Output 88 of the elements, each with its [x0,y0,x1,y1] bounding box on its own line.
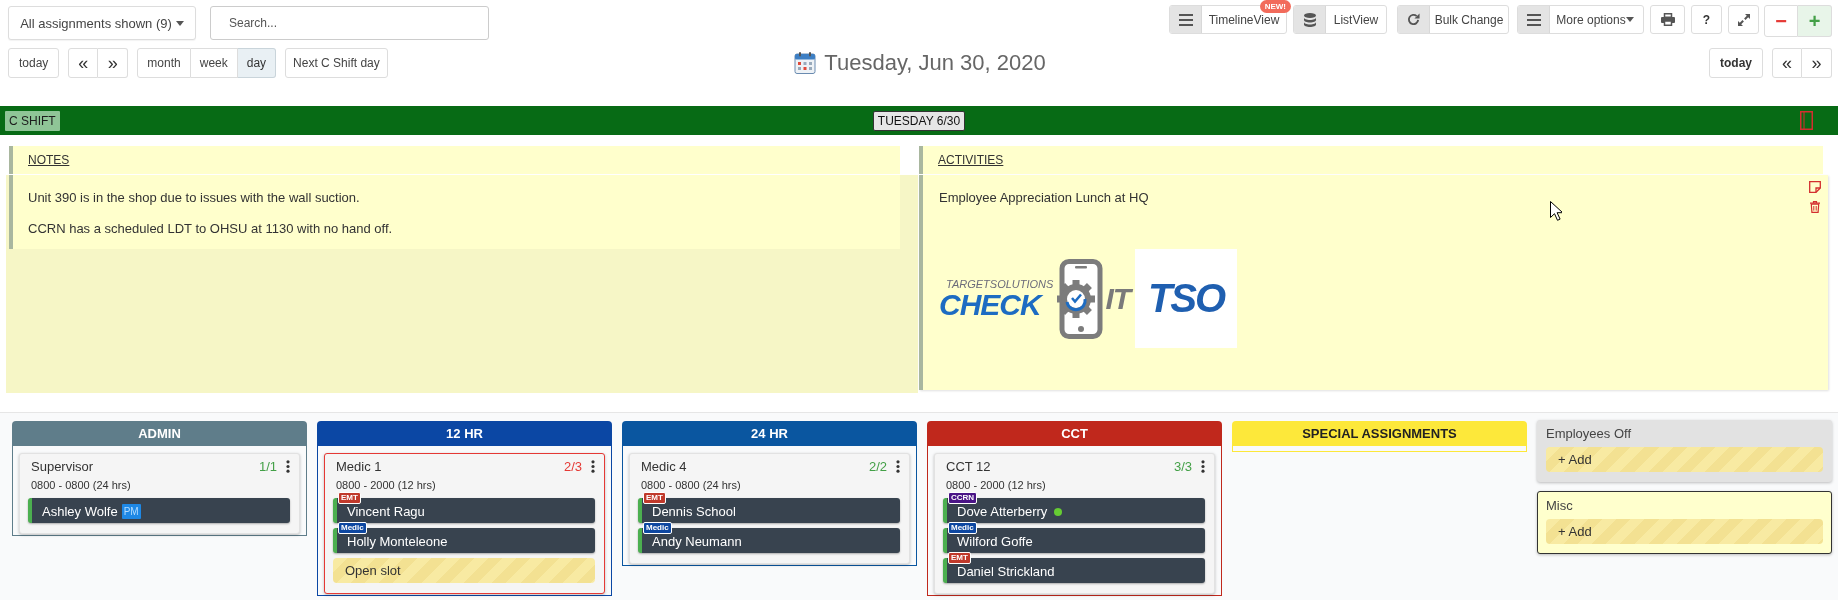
shift-hours: 0800 - 0800 (24 hrs) [640,478,742,493]
activity-text: Employee Appreciation Lunch at HQ [939,189,1150,207]
search-field[interactable]: Search... [210,6,489,40]
next-button[interactable]: » [1802,48,1832,78]
phone-gear-icon [1054,258,1105,339]
panel-title: Misc [1546,498,1574,514]
open-slot[interactable]: Open slot [333,558,595,583]
assignee-name: Dove Atterberry [957,503,1048,519]
column-header: CCT [927,421,1222,446]
staffing-count: 1/1 [258,458,277,474]
expand-button[interactable] [1728,5,1759,34]
logo-word: IT [1105,283,1134,314]
staffing-count: 2/2 [868,458,887,474]
panel-title: Employees Off [1546,426,1633,442]
kebab-icon[interactable] [896,459,900,473]
next-button[interactable]: » [98,48,129,78]
section-header: NOTES [9,146,900,174]
shift-tag: PM [121,504,141,519]
assignment-title: Medic 1 [336,458,382,474]
menu-icon [1178,13,1193,26]
assignment-title: CCT 12 [946,458,991,474]
shift-hours: 0800 - 2000 (12 hrs) [945,478,1047,493]
trash-icon[interactable] [1810,201,1820,213]
database-icon [1303,12,1316,27]
assignee-name: Andy Neumann [652,533,742,549]
assignment-title: Medic 4 [641,458,687,474]
staffing-count: 2/3 [563,458,582,474]
section-header: ACTIVITIES [919,146,1823,174]
cursor-icon [1550,201,1562,221]
today-button[interactable]: today [8,48,60,78]
calendar-icon [794,52,817,74]
kebab-icon[interactable] [286,459,290,473]
assignee-name: Dennis School [652,503,736,519]
assignee-name: Ashley Wolfe [42,503,118,519]
new-badge: NEW! [1259,0,1291,13]
range-tab[interactable]: day [237,48,277,78]
kebab-icon[interactable] [1201,459,1205,473]
caret-down-icon [175,20,184,26]
assignee-name: Wilford Goffe [957,533,1033,549]
role-badge: Medic [643,522,672,534]
staffing-count: 3/3 [1173,458,1192,474]
list-view-button[interactable]: ListView [1293,5,1387,34]
assignee-name: Daniel Strickland [957,563,1055,579]
assignment-title: Supervisor [31,458,94,474]
column-header: 12 HR [317,421,612,446]
assignee-name: Vincent Ragu [347,503,425,519]
role-badge: EMT [643,492,666,504]
today-button[interactable]: today [1709,48,1763,78]
range-tab[interactable]: week [190,48,238,78]
logo-tagline: TARGETSOLUTIONS [946,277,1054,290]
menu-icon [1526,13,1541,26]
shift-hours: 0800 - 0800 (24 hrs) [30,478,132,493]
column-header: ADMIN [12,421,307,446]
note-text: CCRN has a scheduled LDT to OHSU at 1130 with no hand off. [28,220,394,238]
print-button[interactable] [1650,5,1685,34]
kebab-icon[interactable] [591,459,595,473]
next-shift-button[interactable]: Next C Shift day [285,48,388,78]
add-button[interactable]: + Add [1546,519,1823,544]
role-badge: Medic [948,522,977,534]
edit-note-icon[interactable] [1809,181,1821,193]
date-label: TUESDAY 6/30 [872,110,966,131]
more-options-button[interactable]: More options [1517,5,1644,34]
role-badge: Medic [338,522,367,534]
role-badge: CCRN [948,492,978,504]
print-icon [1660,13,1675,26]
previous-button[interactable]: « [1772,48,1802,78]
logo-word: CHECK [939,289,1041,320]
help-button[interactable]: ? [1691,5,1722,34]
bulk-change-button[interactable]: Bulk Change [1397,5,1509,34]
date-title: Tuesday, Jun 30, 2020 [824,50,1046,76]
filter-dropdown[interactable]: All assignments shown (9) [8,6,196,40]
expand-icon [1737,13,1750,26]
shift-hours: 0800 - 2000 (12 hrs) [335,478,437,493]
caret-down-icon [1626,17,1634,22]
column-header: 24 HR [622,421,917,446]
add-button[interactable]: + Add [1546,447,1823,472]
assignee-bar[interactable]: Ashley Wolfe PM [28,498,290,523]
logo-badge: TSO [1135,249,1238,348]
assignee-name: Holly Monteleone [347,533,448,549]
role-badge: EMT [948,552,971,564]
refresh-icon [1407,13,1420,26]
previous-button[interactable]: « [68,48,99,78]
shift-label: C SHIFT [5,110,60,131]
note-text: Unit 390 is in the shop due to issues with the wall suction. [28,189,361,207]
role-badge: EMT [338,492,361,504]
range-tab[interactable]: month [137,48,191,78]
column-header: SPECIAL ASSIGNMENTS [1232,421,1527,446]
minus-button[interactable]: − [1764,5,1798,37]
